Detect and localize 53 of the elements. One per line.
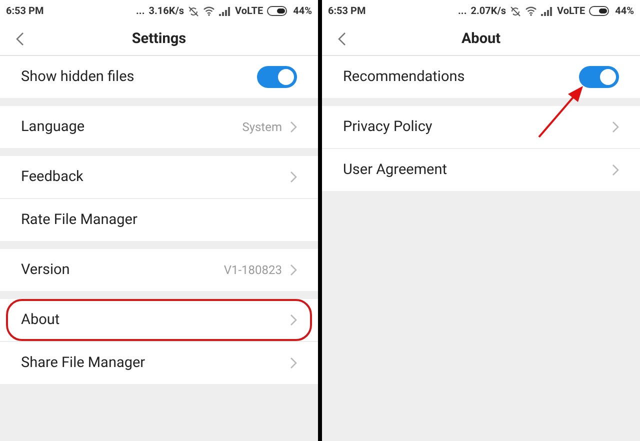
chevron-right-icon [290, 357, 297, 369]
toggle-switch[interactable] [257, 66, 297, 88]
chevron-right-icon [290, 171, 297, 183]
row-label: Share File Manager [21, 353, 146, 374]
list-item[interactable]: Show hidden files [0, 56, 318, 98]
list-item[interactable]: Recommendations [322, 56, 640, 98]
network-speed: 3.16K/s [148, 4, 184, 18]
sync-off-icon [510, 6, 522, 16]
chevron-right-icon [612, 121, 619, 133]
highlighted-list-item[interactable]: About [6, 299, 312, 341]
battery-icon [589, 6, 612, 16]
list-item[interactable]: Privacy Policy [322, 106, 640, 148]
row-label: Privacy Policy [343, 117, 432, 138]
row-value: System [242, 119, 282, 136]
row-label: About [21, 310, 60, 330]
sync-off-icon [188, 6, 200, 16]
row-label: Language [21, 117, 85, 138]
status-dots: ... [136, 4, 145, 18]
network-speed: 2.07K/s [470, 4, 506, 18]
status-time: 6:53 PM [6, 4, 44, 18]
screen-title: Settings [132, 28, 186, 49]
network-type: VoLTE [557, 4, 586, 18]
row-label: Recommendations [343, 67, 465, 88]
chevron-right-icon [612, 164, 619, 176]
row-value: V1-180823 [224, 262, 282, 279]
row-label: Rate File Manager [21, 210, 138, 230]
signal-icon [541, 6, 554, 16]
chevron-right-icon [290, 314, 297, 326]
battery-icon [267, 6, 290, 16]
list-item[interactable]: Feedback [0, 156, 318, 198]
list-item[interactable]: Rate File Manager [0, 199, 318, 241]
row-label: Show hidden files [21, 67, 134, 88]
wifi-icon [525, 6, 538, 16]
battery-level: 44% [293, 4, 312, 18]
signal-icon [219, 6, 232, 16]
battery-level: 44% [615, 4, 634, 18]
list-item[interactable]: Language System [0, 106, 318, 148]
list-item[interactable]: Version V1-180823 [0, 249, 318, 291]
list-item[interactable]: Share File Manager [0, 342, 318, 384]
chevron-right-icon [290, 264, 297, 276]
chevron-right-icon [290, 121, 297, 133]
back-icon[interactable] [338, 32, 346, 46]
row-label: Version [21, 260, 70, 280]
screen-title: About [461, 28, 501, 49]
back-icon[interactable] [16, 32, 24, 46]
row-label: User Agreement [343, 160, 447, 180]
toggle-switch[interactable] [579, 66, 619, 88]
status-dots: ... [458, 4, 467, 18]
wifi-icon [203, 6, 216, 16]
status-time: 6:53 PM [328, 4, 366, 18]
row-label: Feedback [21, 167, 84, 188]
network-type: VoLTE [235, 4, 264, 18]
list-item[interactable]: User Agreement [322, 149, 640, 191]
